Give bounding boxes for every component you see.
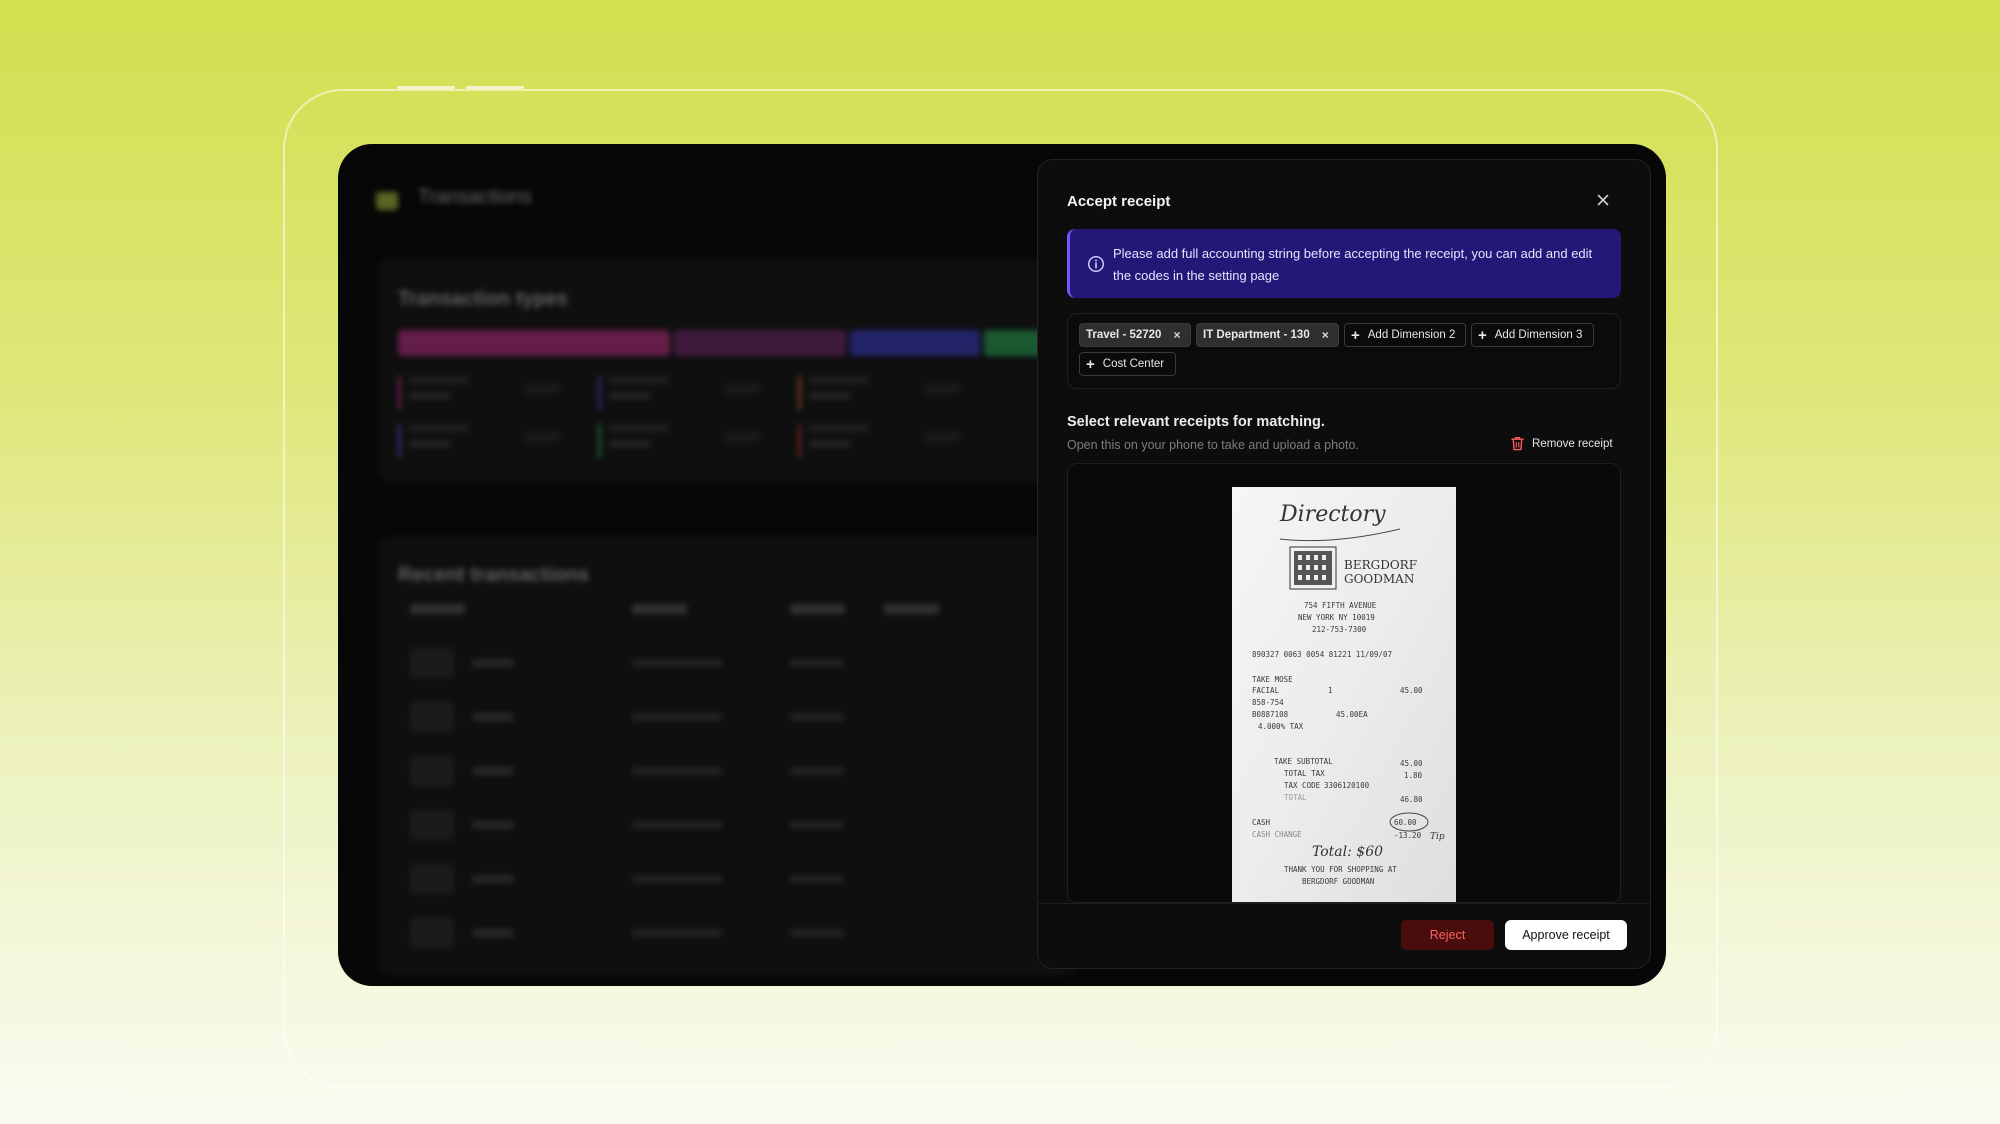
receipt-text: TAKE SUBTOTAL — [1274, 757, 1333, 766]
transaction-types-card: Transaction types — [378, 258, 1078, 483]
info-text: Please add full accounting string before… — [1113, 246, 1593, 283]
type-stat — [398, 376, 561, 410]
remove-receipt-label: Remove receipt — [1532, 437, 1613, 450]
column-header — [790, 604, 845, 614]
info-circle-icon — [1087, 255, 1105, 273]
receipt-text: TAKE MOSE — [1252, 675, 1293, 684]
section-subtitle: Open this on your phone to take and uplo… — [1067, 438, 1359, 452]
receipt-text: 1.80 — [1404, 771, 1423, 780]
receipt-handwritten-tip: Tip — [1430, 832, 1445, 842]
type-stat — [798, 376, 961, 410]
plus-icon: + — [1478, 326, 1487, 344]
type-bar-segment — [398, 330, 670, 356]
app-title: Transactions — [418, 186, 532, 208]
table-row — [410, 702, 880, 732]
table-row — [410, 648, 880, 678]
type-stat — [398, 424, 561, 458]
receipt-text: 45.00 — [1400, 686, 1423, 695]
add-dimension-2-button[interactable]: + Add Dimension 2 — [1344, 323, 1466, 347]
receipt-text: CASH — [1252, 818, 1271, 827]
chip-label: Travel - 52720 — [1086, 329, 1162, 341]
accounting-dimensions: Travel - 52720 × IT Department - 130 × +… — [1067, 313, 1621, 389]
receipt-text: 754 FIFTH AVENUE — [1304, 601, 1377, 610]
column-header — [884, 604, 939, 614]
receipt-store-name: BERGDORF — [1344, 558, 1417, 572]
remove-chip-icon[interactable]: × — [1322, 328, 1329, 342]
receipt-handwritten-total: Total: $60 — [1312, 844, 1383, 860]
building-logo-icon — [1289, 546, 1337, 590]
frame-button — [466, 86, 524, 89]
type-bar-segment — [674, 330, 846, 356]
table-row — [410, 918, 880, 948]
receipt-text: B0887108 — [1252, 710, 1289, 719]
receipt-text: 60.00 — [1394, 818, 1417, 827]
receipt-text: 45.00 — [1400, 759, 1423, 768]
chip-label: IT Department - 130 — [1203, 329, 1310, 341]
trash-icon — [1511, 436, 1524, 451]
add-dimension-3-button[interactable]: + Add Dimension 3 — [1471, 323, 1594, 347]
column-header — [410, 604, 465, 614]
receipt-text: -13.20 — [1394, 831, 1422, 840]
receipt-text: 890327 0063 0054 81221 11/09/07 — [1252, 650, 1392, 659]
chip-label: Add Dimension 3 — [1494, 329, 1583, 341]
receipt-preview: Directory BERGDORF GOODMAN 754 FIFTH AVE… — [1067, 463, 1621, 903]
receipt-text: TAX CODE — [1284, 781, 1321, 790]
dimension-chip-travel[interactable]: Travel - 52720 × — [1079, 323, 1191, 347]
receipt-text: THANK YOU FOR SHOPPING AT — [1284, 865, 1397, 874]
chip-label: Cost Center — [1102, 358, 1165, 370]
column-header — [632, 604, 687, 614]
chip-label: Add Dimension 2 — [1367, 329, 1456, 341]
app-logo-icon — [376, 192, 398, 210]
add-cost-center-button[interactable]: + Cost Center — [1079, 352, 1176, 376]
plus-icon: + — [1351, 326, 1360, 344]
type-stat — [598, 424, 761, 458]
close-button[interactable] — [1590, 187, 1616, 213]
receipt-text: TOTAL TAX — [1284, 769, 1325, 778]
reject-button[interactable]: Reject — [1401, 920, 1494, 950]
dimension-chip-it-department[interactable]: IT Department - 130 × — [1196, 323, 1339, 347]
receipt-text: CASH CHANGE — [1252, 830, 1302, 839]
dialog-footer: Reject Approve receipt — [1038, 903, 1650, 968]
type-stat — [798, 424, 961, 458]
dialog-title: Accept receipt — [1067, 193, 1171, 210]
plus-icon: + — [1086, 355, 1095, 373]
info-banner: Please add full accounting string before… — [1067, 229, 1621, 298]
receipt-text: BERGDORF GOODMAN — [1302, 877, 1374, 886]
type-bar-segment — [850, 330, 980, 356]
card-title: Transaction types — [398, 288, 569, 310]
approve-receipt-button[interactable]: Approve receipt — [1505, 920, 1627, 950]
table-row — [410, 810, 880, 840]
receipt-handwritten-header: Directory — [1279, 502, 1386, 527]
receipt-text: 212-753-7300 — [1312, 625, 1367, 634]
receipt-store-name: GOODMAN — [1344, 572, 1414, 586]
card-title: Recent transactions — [398, 564, 590, 586]
remove-chip-icon[interactable]: × — [1173, 328, 1180, 342]
frame-button — [397, 86, 455, 89]
receipt-text: 46.80 — [1400, 795, 1423, 804]
table-row — [410, 756, 880, 786]
receipt-text: TOTAL — [1284, 793, 1307, 802]
close-icon — [1597, 194, 1609, 206]
section-title: Select relevant receipts for matching. — [1067, 414, 1325, 430]
table-row — [410, 864, 880, 894]
remove-receipt-button[interactable]: Remove receipt — [1511, 436, 1613, 451]
accept-receipt-dialog: Accept receipt Please add full accountin… — [1037, 159, 1651, 969]
receipt-text: NEW YORK NY 10019 — [1298, 613, 1375, 622]
receipt-text: 4.000% TAX — [1258, 722, 1304, 731]
receipt-image: Directory BERGDORF GOODMAN 754 FIFTH AVE… — [1232, 487, 1456, 902]
receipt-text: 45.00EA — [1336, 710, 1368, 719]
receipt-text: 858-754 — [1252, 698, 1284, 707]
receipt-text: FACIAL — [1252, 686, 1280, 695]
receipt-text: 3306120100 — [1324, 781, 1370, 790]
receipt-text: 1 — [1328, 686, 1333, 695]
type-stat — [598, 376, 761, 410]
